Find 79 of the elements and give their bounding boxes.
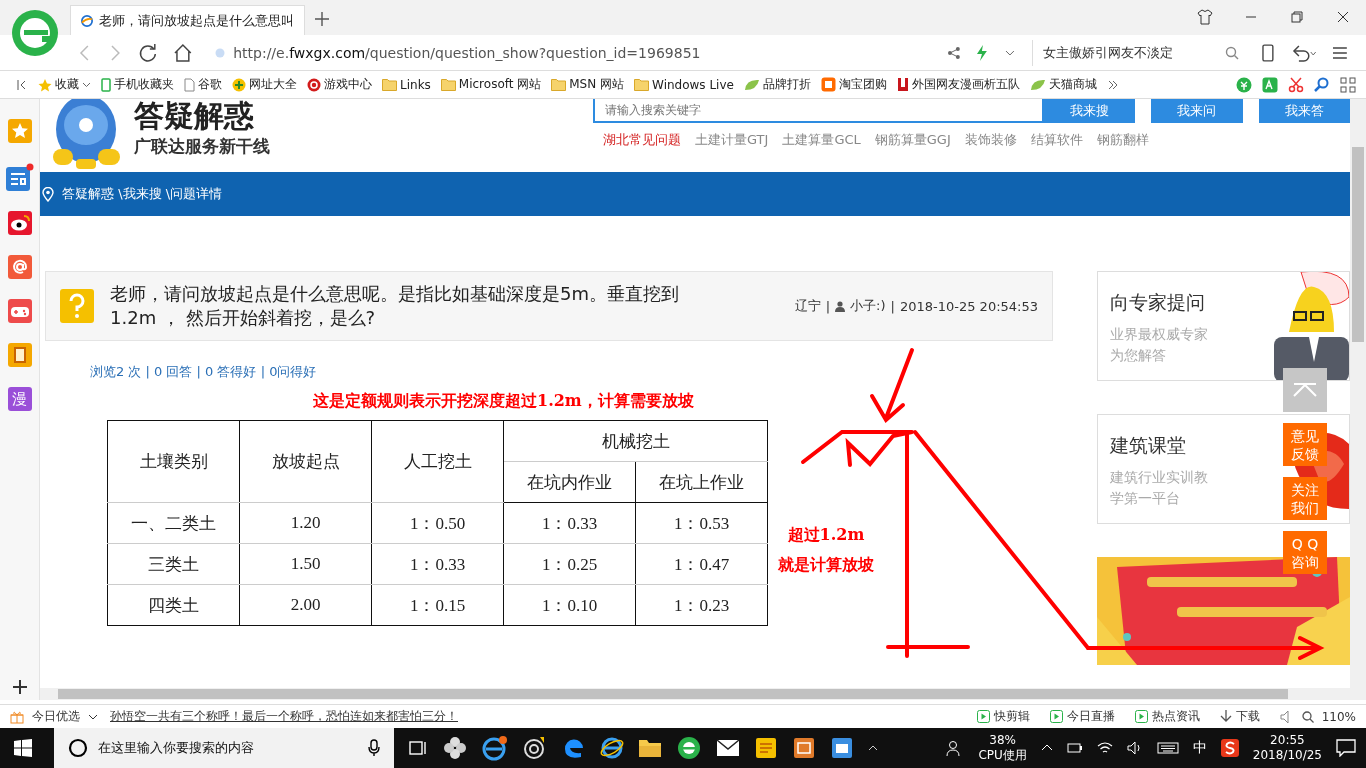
header-button[interactable]: 我来问 xyxy=(1151,99,1243,123)
card-title: 建筑课堂 xyxy=(1110,433,1187,458)
card-text: 建筑行业实训教 xyxy=(1110,468,1209,487)
status-label[interactable]: 今日优选 xyxy=(32,708,80,725)
zoom-level[interactable]: 110% xyxy=(1321,709,1356,724)
question-region: 辽宁 xyxy=(794,297,821,315)
cpu-meter[interactable]: 38% CPU使用 xyxy=(978,733,1027,763)
hot-link[interactable]: 钢筋算量GGJ xyxy=(874,131,951,149)
table-cell: 四类土 xyxy=(107,584,240,626)
table-cell: 1：0.53 xyxy=(635,502,768,544)
annotation-text: 这是定额规则表示开挖深度超过1.2m，计算需要放坡 xyxy=(313,391,695,412)
hot-link[interactable]: 结算软件 xyxy=(1030,131,1083,149)
separator: | xyxy=(890,298,895,314)
table-cell: 1.20 xyxy=(239,502,372,544)
card-text: 为您解答 xyxy=(1110,346,1167,365)
card-text: 业界最权威专家 xyxy=(1110,325,1209,344)
separator: | xyxy=(825,298,831,314)
table-header-cell: 在坑上作业 xyxy=(635,461,768,503)
bookmark-item[interactable]: 天猫商城 xyxy=(1029,76,1097,93)
search-field[interactable]: 请输入搜索关键字 xyxy=(593,99,1044,123)
card-text: 学第一平台 xyxy=(1110,489,1181,508)
status-item[interactable]: 快剪辑 xyxy=(976,708,1030,725)
bookmark-item[interactable]: 外国网友漫画析五队 xyxy=(896,76,1020,93)
table-header-cell: 机械挖土 xyxy=(503,420,768,462)
bookmark-item[interactable]: 收藏 xyxy=(38,76,91,93)
bookmark-item[interactable]: Windows Live xyxy=(634,77,734,92)
logo-subtitle: 广联达服务新干线 xyxy=(134,135,270,158)
status-item[interactable]: 今日直播 xyxy=(1049,708,1115,725)
table-cell: 1：0.33 xyxy=(371,543,504,585)
annotation-text: 就是计算放坡 xyxy=(778,554,874,576)
table-cell: 1：0.25 xyxy=(503,543,636,585)
bookmark-item[interactable]: 淘宝团购 xyxy=(820,76,887,93)
table-cell: 1.50 xyxy=(239,543,372,585)
status-item[interactable]: 热点资讯 xyxy=(1134,708,1200,725)
table-header-cell: 放坡起点 xyxy=(239,420,372,503)
hot-link[interactable]: 钢筋翻样 xyxy=(1096,131,1149,149)
table-cell: 三类土 xyxy=(107,543,240,585)
table-cell: 1：0.33 xyxy=(503,502,636,544)
clock[interactable]: 20:55 2018/10/25 xyxy=(1252,733,1322,763)
input-method[interactable]: 中 xyxy=(1192,739,1207,757)
logo-title: 答疑解惑 xyxy=(134,99,255,133)
table-header-cell: 在坑内作业 xyxy=(503,461,636,503)
bookmark-item[interactable]: Microsoft 网站 xyxy=(440,76,542,93)
hot-link[interactable]: 装饰装修 xyxy=(964,131,1017,149)
address-field[interactable]: http://e.fwxgx.com/question/question_show?question_id=1969851 xyxy=(209,39,931,66)
bookmark-item[interactable]: 游戏中心 xyxy=(307,76,372,93)
comics-button[interactable]: 漫 xyxy=(7,387,32,411)
hot-link[interactable]: 土建算量GCL xyxy=(782,131,861,149)
hot-link[interactable]: 土建计量GTJ xyxy=(695,131,769,149)
bookmark-item[interactable]: MSN 网站 xyxy=(551,76,625,93)
taskbar-search-field[interactable]: 在这里输入你要搜索的内容 xyxy=(54,728,394,768)
header-button[interactable]: 我来答 xyxy=(1258,99,1350,123)
card-title: 向专家提问 xyxy=(1110,290,1206,315)
bookmark-item[interactable]: 谷歌 xyxy=(184,76,222,93)
breadcrumb[interactable]: 答疑解惑 \我来搜 \问题详情 xyxy=(62,185,223,203)
hot-link[interactable]: 湖北常见问题 xyxy=(603,131,681,149)
question-title: 老师，请问放坡起点是什么意思呢。是指比如基础深度是5m。垂直挖到1.2m ， 然后开始斜着挖，是么? xyxy=(110,282,680,330)
search-field[interactable]: 女主傲娇引网友不淡定 xyxy=(1032,39,1245,66)
table-cell: 1：0.15 xyxy=(371,584,504,626)
table-header-cell: 人工挖土 xyxy=(371,420,504,503)
question-time: 2018-10-25 20:54:53 xyxy=(899,298,1038,314)
news-link[interactable]: 孙悟空一共有三个称呼！最后一个称呼，恐怕连如来都害怕三分！ xyxy=(110,708,458,725)
table-cell: 1：0.23 xyxy=(635,584,768,626)
status-item[interactable]: 下载 xyxy=(1219,708,1260,725)
table-cell: 1：0.50 xyxy=(371,502,504,544)
annotation-text: 超过1.2m xyxy=(786,524,866,546)
browser-tab[interactable]: 老师，请问放坡起点是什么意思叫 xyxy=(70,5,305,35)
table-cell: 1：0.47 xyxy=(635,543,768,585)
bookmark-item[interactable]: 手机收藏夹 xyxy=(101,76,174,93)
table-cell: 2.00 xyxy=(239,584,372,626)
table-cell: 一、二类土 xyxy=(107,502,240,544)
question-stats: 浏览2 次 | 0 回答 | 0 答得好 | 0问得好 xyxy=(90,363,318,381)
bookmark-item[interactable]: 品牌打折 xyxy=(743,76,811,93)
bookmark-item[interactable]: Links xyxy=(382,77,431,92)
question-user[interactable]: 小子:) xyxy=(850,297,886,315)
table-header-cell: 土壤类别 xyxy=(107,420,240,503)
table-cell: 1：0.10 xyxy=(503,584,636,626)
bookmark-item[interactable]: 网址大全 xyxy=(232,76,297,93)
header-button[interactable]: 我来搜 xyxy=(1043,99,1136,123)
